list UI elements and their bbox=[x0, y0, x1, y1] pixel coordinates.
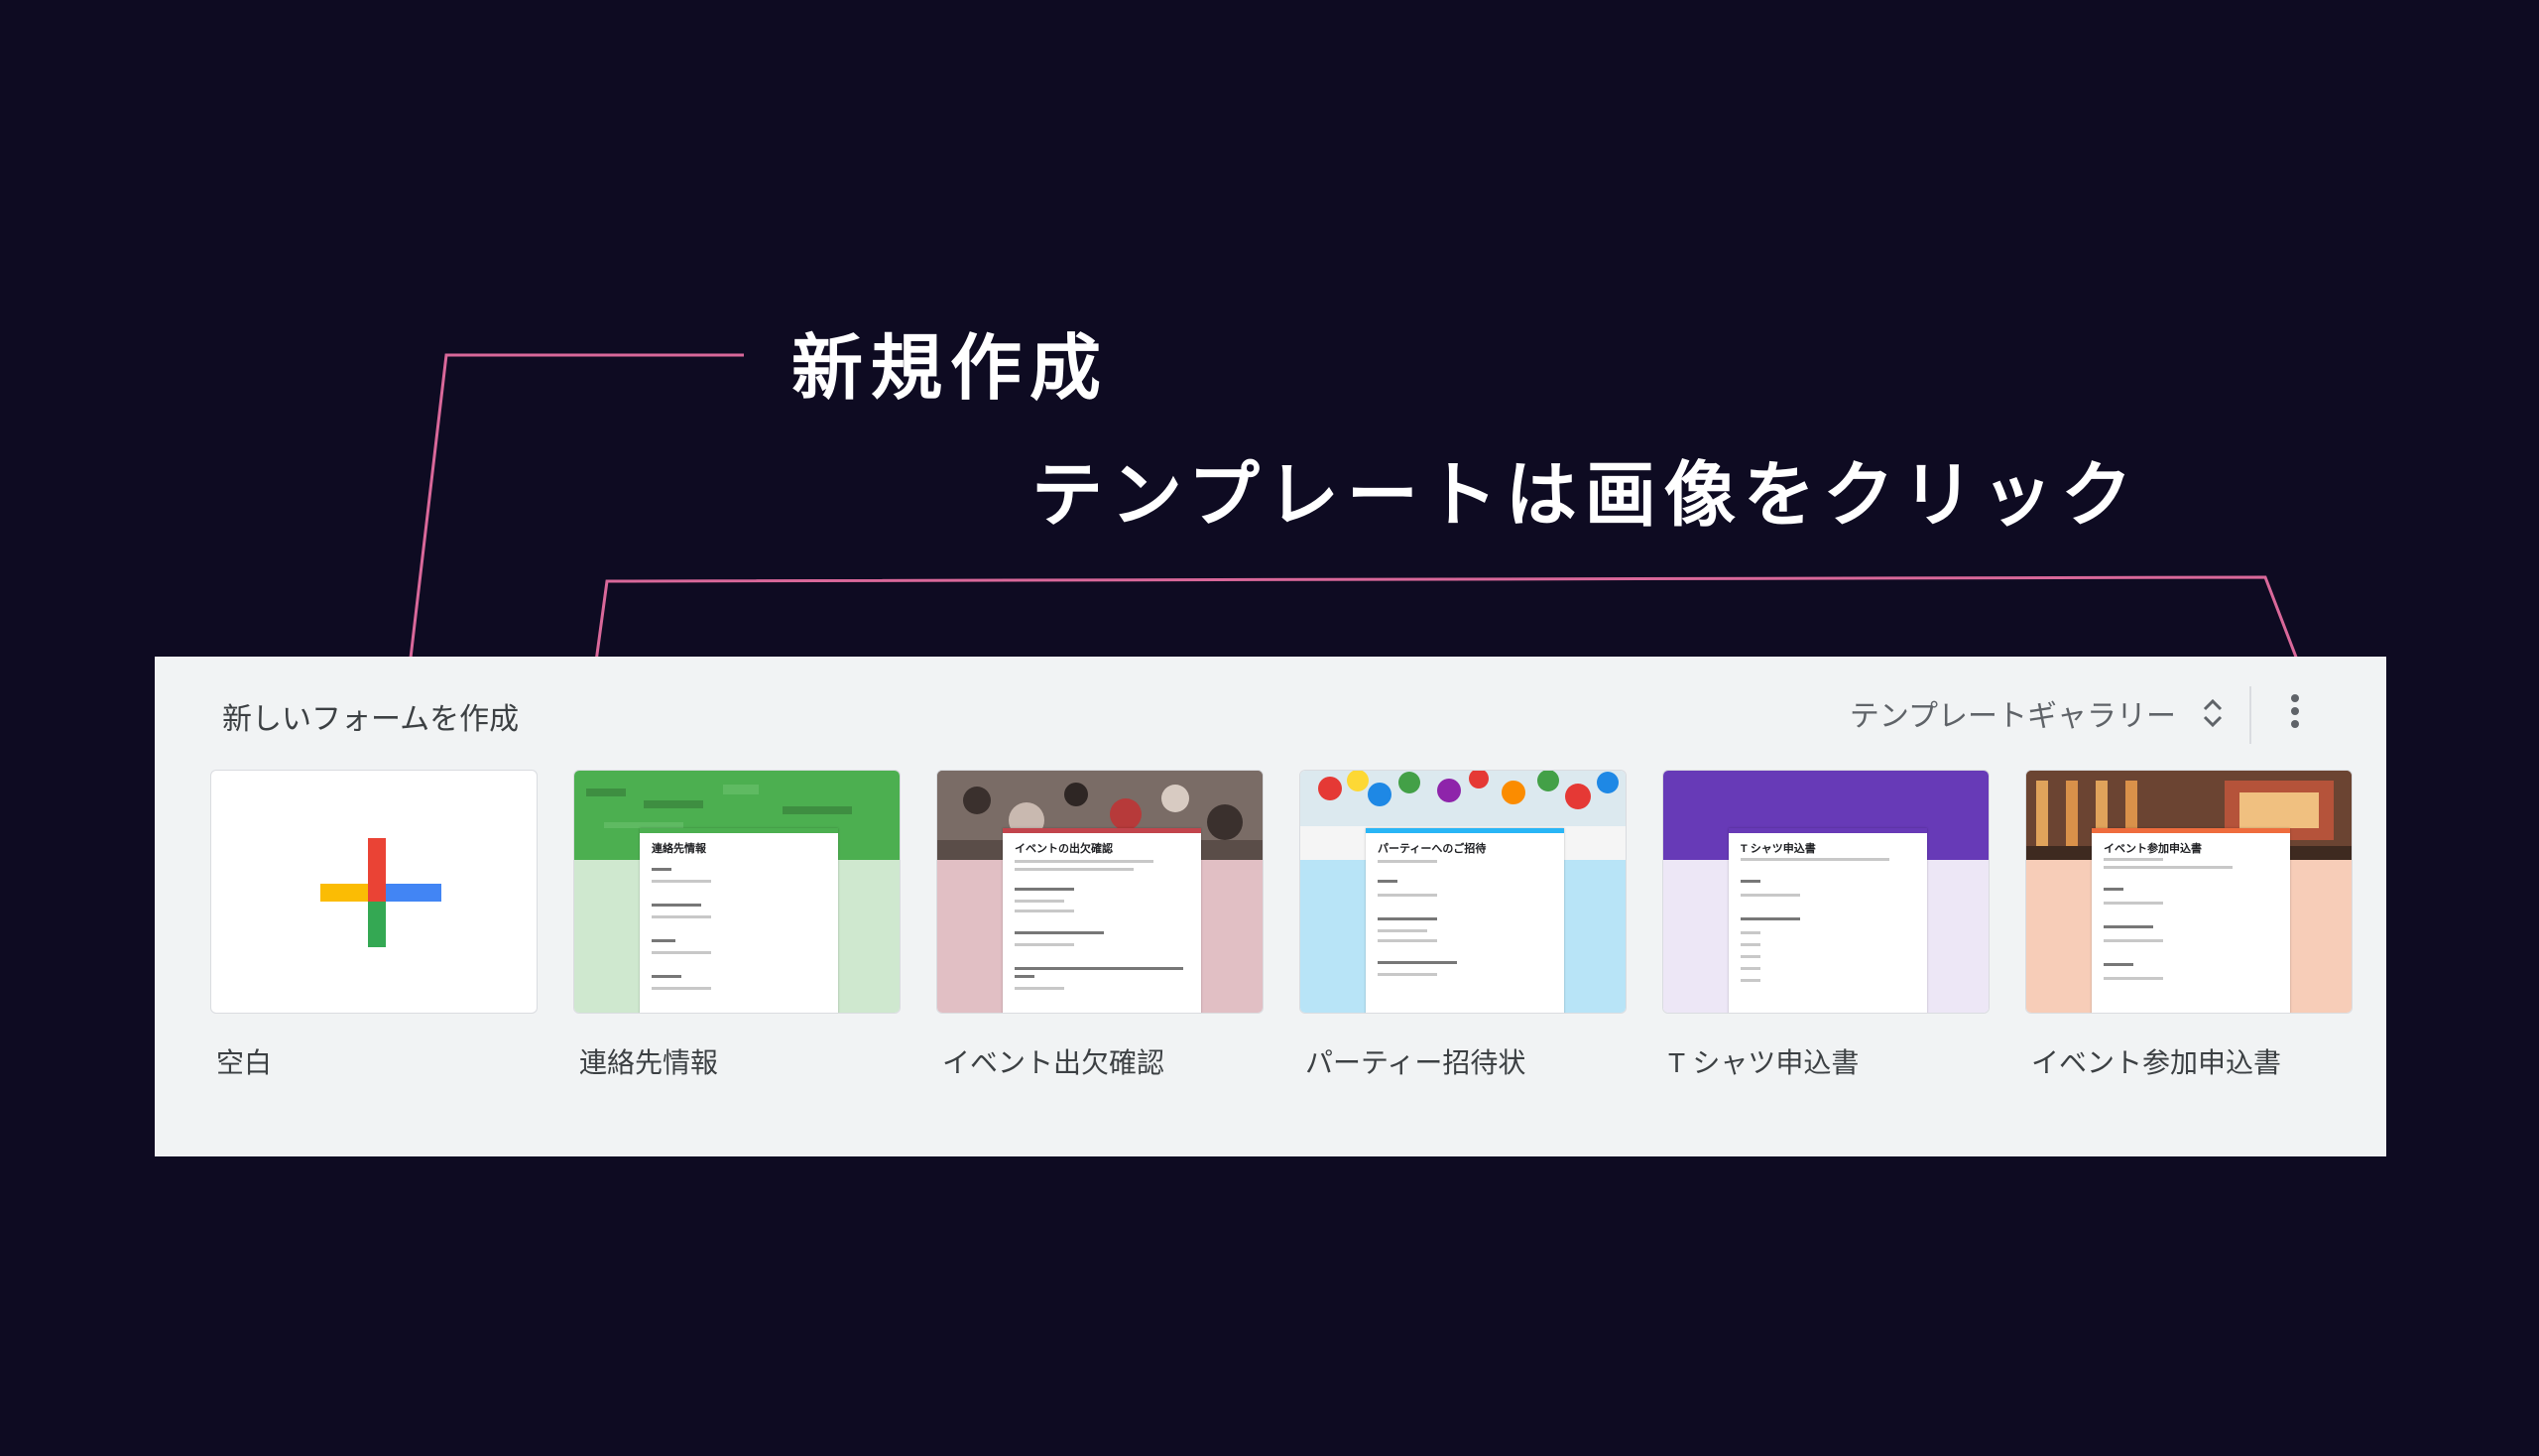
template-card-tshirt[interactable]: T シャツ申込書 T シャツ申込書 bbox=[1662, 770, 1992, 1078]
template-gallery-button[interactable]: テンプレートギャラリー bbox=[1850, 688, 2224, 738]
template-sheet: T シャツ申込書 bbox=[1729, 828, 1927, 1013]
more-vert-icon[interactable] bbox=[2285, 694, 2305, 734]
template-thumb-blank[interactable] bbox=[210, 770, 538, 1014]
template-sheet-title: パーティーへのご招待 bbox=[1378, 843, 1487, 855]
template-thumb-registration[interactable]: イベント参加申込書 bbox=[2025, 770, 2353, 1014]
template-sheet: パーティーへのご招待 bbox=[1366, 828, 1564, 1013]
template-label: パーティー招待状 bbox=[1305, 1047, 1526, 1078]
template-thumb-tshirt[interactable]: T シャツ申込書 bbox=[1662, 770, 1990, 1014]
template-card-blank[interactable]: 空白 bbox=[210, 770, 540, 1078]
plus-icon bbox=[320, 838, 441, 947]
template-card-party[interactable]: パーティーへのご招待 パーティー招待状 bbox=[1299, 770, 1629, 1078]
template-gallery-label: テンプレートギャラリー bbox=[1849, 700, 2176, 733]
template-card-contact[interactable]: 連絡先情報 連絡先情報 bbox=[573, 770, 903, 1078]
unfold-more-icon bbox=[2202, 695, 2224, 731]
template-thumb-contact[interactable]: 連絡先情報 bbox=[573, 770, 901, 1014]
template-label: イベント参加申込書 bbox=[2031, 1047, 2282, 1078]
template-card-rsvp[interactable]: イベントの出欠確認 イベント出欠確認 bbox=[936, 770, 1266, 1078]
template-thumb-rsvp[interactable]: イベントの出欠確認 bbox=[936, 770, 1264, 1014]
template-thumb-party[interactable]: パーティーへのご招待 bbox=[1299, 770, 1627, 1014]
template-label: イベント出欠確認 bbox=[942, 1047, 1165, 1078]
toolbar-divider bbox=[2249, 686, 2251, 744]
template-label: T シャツ申込書 bbox=[1668, 1047, 1860, 1078]
template-sheet-title: 連絡先情報 bbox=[652, 843, 706, 855]
template-sheet: イベント参加申込書 bbox=[2092, 828, 2290, 1013]
template-label: 連絡先情報 bbox=[579, 1047, 719, 1078]
template-sheet: 連絡先情報 bbox=[640, 828, 838, 1013]
template-sheet: イベントの出欠確認 bbox=[1003, 828, 1201, 1013]
template-sheet-title: T シャツ申込書 bbox=[1741, 843, 1816, 855]
template-card-registration[interactable]: イベント参加申込書 イベント参加申込書 bbox=[2025, 770, 2355, 1078]
new-form-panel: 新しいフォームを作成 テンプレートギャラリー 空白 連絡先情報 連絡先情報 イベ… bbox=[155, 657, 2386, 1156]
template-sheet-title: イベント参加申込書 bbox=[2104, 843, 2202, 855]
annotation-template: テンプレートは画像をクリック bbox=[1031, 453, 2140, 537]
template-sheet-title: イベントの出欠確認 bbox=[1015, 843, 1113, 855]
panel-title: 新しいフォームを作成 bbox=[222, 703, 520, 736]
template-label: 空白 bbox=[216, 1047, 273, 1078]
annotation-new: 新規作成 bbox=[791, 326, 1110, 410]
